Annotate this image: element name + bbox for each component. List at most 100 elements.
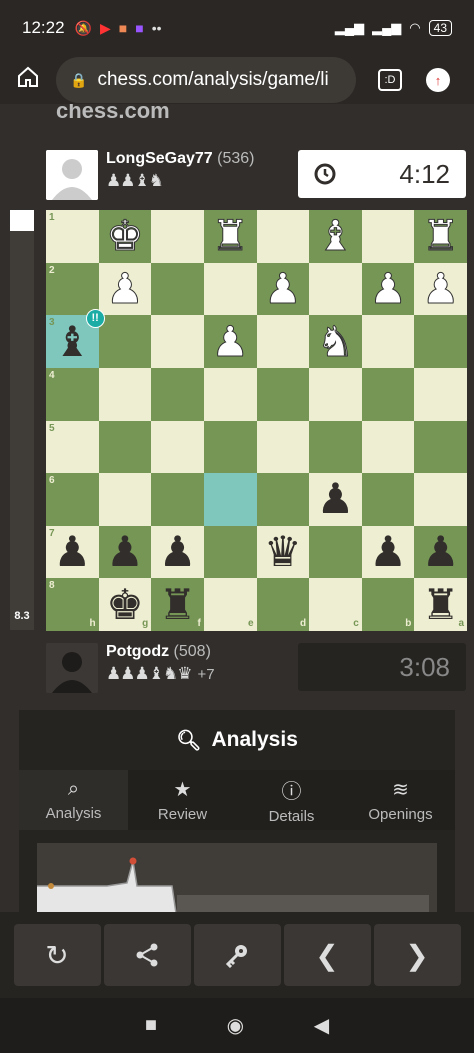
square-e6[interactable] xyxy=(203,473,257,526)
square-e3[interactable]: ♟ xyxy=(203,315,257,368)
square-a6[interactable] xyxy=(414,473,467,526)
square-d3[interactable] xyxy=(256,315,310,368)
back-icon[interactable]: ◀ xyxy=(314,1013,329,1038)
black-pawn-icon[interactable]: ♟ xyxy=(159,531,197,573)
square-e5[interactable] xyxy=(203,420,257,474)
square-d5[interactable] xyxy=(256,420,310,474)
tab-openings[interactable]: ≋ Openings xyxy=(346,770,455,830)
square-c2[interactable] xyxy=(309,262,362,316)
black-king-icon[interactable]: ♚ xyxy=(106,583,144,626)
reset-button[interactable]: ↻ xyxy=(13,924,101,986)
home-icon[interactable] xyxy=(0,65,56,95)
tab-review[interactable]: ★ Review xyxy=(128,770,237,830)
square-e4[interactable] xyxy=(203,367,257,421)
square-e2[interactable] xyxy=(203,262,257,316)
white-rook-icon[interactable]: ♜ xyxy=(211,214,250,257)
black-pawn-icon[interactable]: ♟ xyxy=(317,478,355,520)
player-name[interactable]: LongSeGay77 xyxy=(106,150,213,167)
square-d4[interactable] xyxy=(256,367,310,421)
square-g2[interactable]: ♟ xyxy=(98,262,152,316)
black-pawn-icon[interactable]: ♟ xyxy=(369,531,407,573)
square-f3[interactable] xyxy=(151,315,204,368)
square-a1[interactable]: ♜ xyxy=(414,210,467,263)
square-b7[interactable]: ♟ xyxy=(361,525,415,579)
chess-com-logo[interactable]: chess.com xyxy=(56,104,170,124)
tab-analysis[interactable]: ⌕ Analysis xyxy=(19,770,128,830)
square-a2[interactable]: ♟ xyxy=(414,262,467,316)
square-g8[interactable]: g ♚ xyxy=(98,578,152,631)
chess-board[interactable]: 1 ♚ ♜ ♝ ♜ 2 ♟ ♟ ♟ ♟ 3 ♝!! ♟ ♞ 4 5 6 ♟ 7 ♟ ♟ ♟ ♛ ♟ ♟ 8 h g ♚ f ♜ e d c b a ♜ xyxy=(46,210,467,631)
square-c6[interactable]: ♟ xyxy=(309,473,362,526)
white-pawn-icon[interactable]: ♟ xyxy=(263,267,302,310)
square-g4[interactable] xyxy=(98,367,152,421)
square-f2[interactable] xyxy=(151,262,204,316)
square-g1[interactable]: ♚ xyxy=(98,210,152,263)
white-pawn-icon[interactable]: ♟ xyxy=(106,267,145,310)
black-bishop-icon[interactable]: ♝ xyxy=(53,320,91,363)
square-a8[interactable]: a ♜ xyxy=(414,578,467,631)
square-e7[interactable] xyxy=(203,525,257,579)
avatar[interactable] xyxy=(46,150,98,200)
square-g5[interactable] xyxy=(98,420,152,474)
square-h8[interactable]: 8h xyxy=(46,578,99,631)
white-rook-icon[interactable]: ♜ xyxy=(421,214,460,257)
square-c3[interactable]: ♞ xyxy=(309,315,362,368)
square-g7[interactable]: ♟ xyxy=(98,525,152,579)
square-h5[interactable]: 5 xyxy=(46,420,99,474)
square-f7[interactable]: ♟ xyxy=(151,525,204,579)
white-king-icon[interactable]: ♚ xyxy=(106,214,145,257)
player-name[interactable]: Potgodz xyxy=(106,643,169,660)
square-a4[interactable] xyxy=(414,367,467,421)
share-button[interactable] xyxy=(103,924,191,986)
black-queen-icon[interactable]: ♛ xyxy=(264,531,302,573)
square-g3[interactable] xyxy=(98,315,152,368)
square-c7[interactable] xyxy=(309,525,362,579)
square-d8[interactable]: d xyxy=(256,578,310,631)
square-f5[interactable] xyxy=(151,420,204,474)
white-knight-icon[interactable]: ♞ xyxy=(316,320,355,363)
square-h3[interactable]: 3 ♝!! xyxy=(46,309,105,368)
square-b1[interactable] xyxy=(361,210,415,263)
square-b3[interactable] xyxy=(361,315,415,368)
black-pawn-icon[interactable]: ♟ xyxy=(53,531,91,573)
square-d6[interactable] xyxy=(256,473,310,526)
square-e1[interactable]: ♜ xyxy=(203,210,257,263)
avatar[interactable] xyxy=(46,643,98,693)
square-h2[interactable]: 2 xyxy=(46,262,99,316)
home-circle-icon[interactable]: ◉ xyxy=(227,1013,244,1038)
square-c4[interactable] xyxy=(309,367,362,421)
square-d2[interactable]: ♟ xyxy=(256,262,310,316)
key-button[interactable] xyxy=(193,924,281,986)
address-bar[interactable]: 🔒 chess.com/analysis/game/li xyxy=(56,57,356,103)
next-move-button[interactable]: ❯ xyxy=(373,924,461,986)
square-g6[interactable] xyxy=(98,473,152,526)
tab-details[interactable]: ⓘ Details xyxy=(237,770,346,830)
square-c5[interactable] xyxy=(309,420,362,474)
square-e8[interactable]: e xyxy=(203,578,257,631)
square-d1[interactable] xyxy=(256,210,310,263)
white-pawn-icon[interactable]: ♟ xyxy=(421,267,460,310)
square-c8[interactable]: c xyxy=(309,578,362,631)
evaluation-graph[interactable] xyxy=(37,843,437,920)
update-icon[interactable]: ↑ xyxy=(426,68,450,92)
square-a7[interactable]: ♟ xyxy=(414,525,467,579)
square-f6[interactable] xyxy=(151,473,204,526)
black-pawn-icon[interactable]: ♟ xyxy=(422,531,460,573)
black-rook-icon[interactable]: ♜ xyxy=(159,583,197,626)
previous-move-button[interactable]: ❮ xyxy=(283,924,371,986)
square-a3[interactable] xyxy=(414,315,467,368)
black-pawn-icon[interactable]: ♟ xyxy=(106,531,144,573)
square-h7[interactable]: 7 ♟ xyxy=(46,525,99,579)
square-a5[interactable] xyxy=(414,420,467,474)
square-b8[interactable]: b xyxy=(361,578,415,631)
square-h6[interactable]: 6 xyxy=(46,473,99,526)
square-c1[interactable]: ♝ xyxy=(309,210,362,263)
white-pawn-icon[interactable]: ♟ xyxy=(211,320,250,363)
square-h4[interactable]: 4 xyxy=(46,367,99,421)
square-b2[interactable]: ♟ xyxy=(361,262,415,316)
recents-icon[interactable]: ■ xyxy=(145,1014,157,1037)
tab-switcher-button[interactable]: :D xyxy=(378,69,402,91)
square-f1[interactable] xyxy=(151,210,204,263)
white-pawn-icon[interactable]: ♟ xyxy=(369,267,408,310)
square-h1[interactable]: 1 xyxy=(46,210,99,263)
